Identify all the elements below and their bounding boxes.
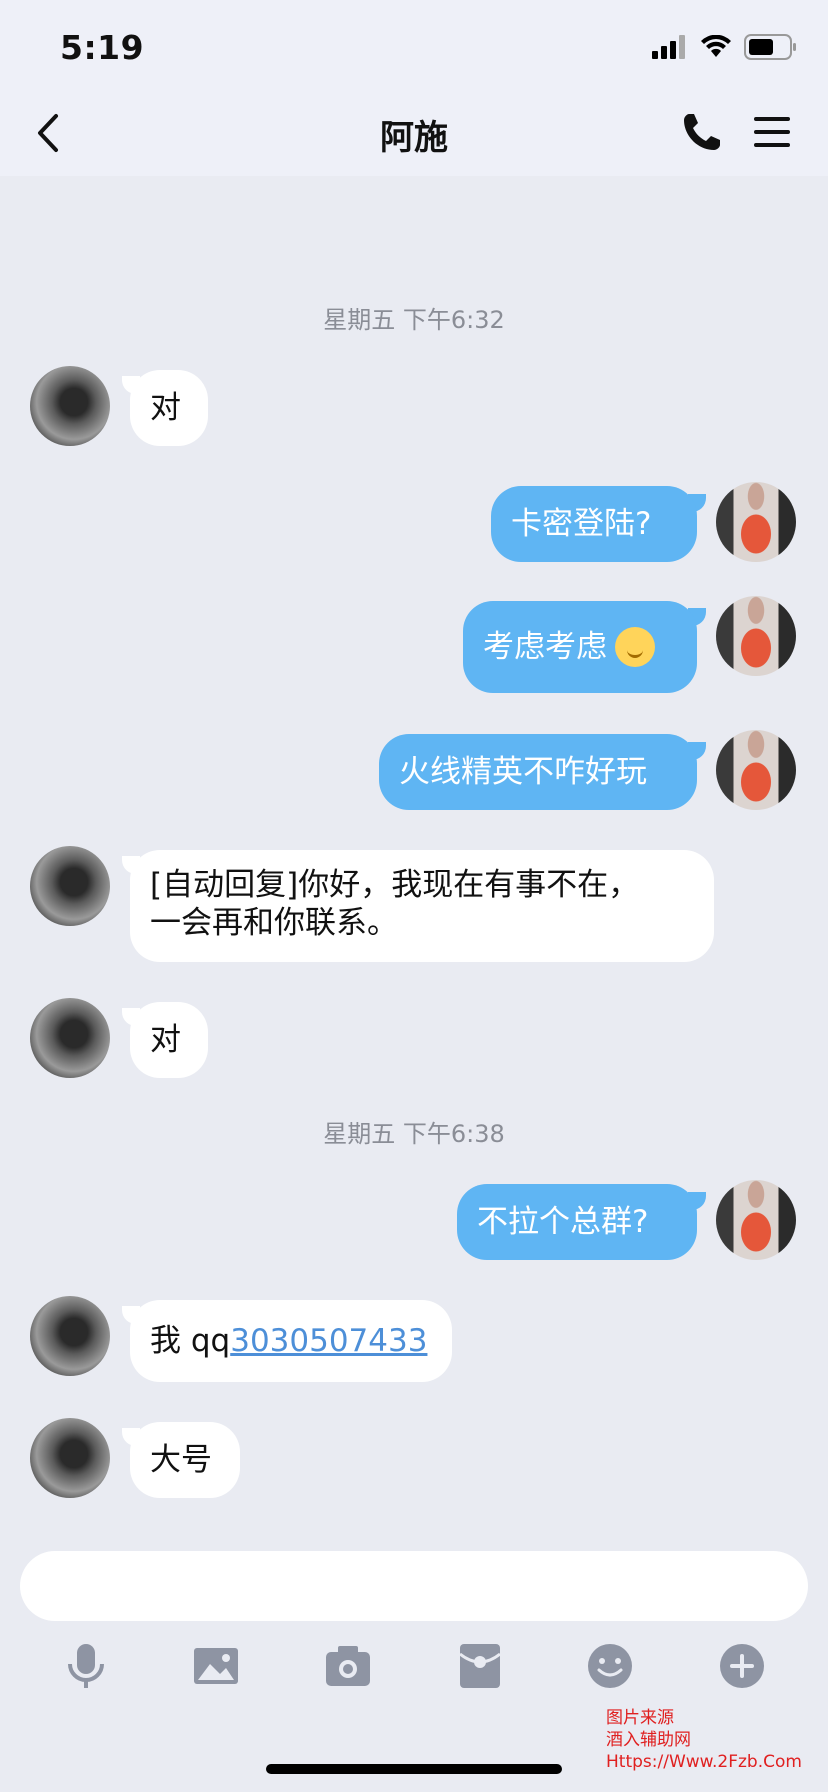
message-bubble-incoming[interactable]: [自动回复]你好，我现在有事不在， 一会再和你联系。 [130, 850, 714, 962]
message-text: 对 [150, 1022, 181, 1058]
status-bar: 5:19 [0, 0, 828, 90]
watermark: 图片来源 酒入辅助网 Https://Www.2Fzb.Com [606, 1707, 802, 1773]
contact-avatar[interactable] [30, 366, 110, 446]
timestamp: 星期五 下午6:38 [323, 1120, 505, 1148]
menu-icon[interactable] [752, 112, 792, 152]
image-icon[interactable] [190, 1640, 242, 1692]
home-indicator[interactable] [266, 1764, 562, 1774]
my-avatar[interactable] [716, 1180, 796, 1260]
plus-icon[interactable] [716, 1640, 768, 1692]
wifi-icon [701, 35, 731, 57]
message-bubble-incoming[interactable]: 对 [130, 1002, 208, 1078]
my-avatar[interactable] [716, 730, 796, 810]
message-text: 大号 [150, 1442, 212, 1478]
message-line: 一会再和你联系。 [150, 905, 398, 941]
message-text: 考虑考虑 [483, 629, 607, 665]
signal-icon [652, 35, 685, 59]
message-list[interactable]: 星期五 下午6:32 对 卡密登陆? 考虑考虑 火线精英不咋好玩 [自动回复]你… [0, 176, 828, 1528]
message-bubble-outgoing[interactable]: 不拉个总群? [457, 1184, 697, 1260]
my-avatar[interactable] [716, 482, 796, 562]
contact-avatar[interactable] [30, 1296, 110, 1376]
watermark-line: Https://Www.2Fzb.Com [606, 1752, 802, 1772]
message-text: 卡密登陆? [511, 506, 652, 542]
message-input[interactable] [20, 1551, 808, 1621]
timestamp: 星期五 下午6:32 [323, 306, 505, 334]
watermark-line: 酒入辅助网 [606, 1730, 691, 1750]
chat-header: 阿施 [0, 90, 828, 176]
microphone-icon[interactable] [60, 1640, 112, 1692]
message-bubble-outgoing[interactable]: 卡密登陆? [491, 486, 697, 562]
contact-avatar[interactable] [30, 1418, 110, 1498]
emoji-icon[interactable] [584, 1640, 636, 1692]
message-text: 火线精英不咋好玩 [399, 754, 647, 790]
message-bubble-outgoing[interactable]: 火线精英不咋好玩 [379, 734, 697, 810]
contact-avatar[interactable] [30, 998, 110, 1078]
qq-number-link[interactable]: 3030507433 [230, 1322, 427, 1360]
battery-icon [744, 34, 796, 60]
phone-icon[interactable] [680, 110, 724, 154]
red-packet-icon[interactable] [454, 1640, 506, 1692]
status-icons [652, 34, 798, 60]
message-bubble-incoming[interactable]: 对 [130, 370, 208, 446]
camera-icon[interactable] [322, 1640, 374, 1692]
contact-avatar[interactable] [30, 846, 110, 926]
my-avatar[interactable] [716, 596, 796, 676]
input-toolbar [0, 1640, 828, 1700]
message-bubble-outgoing[interactable]: 考虑考虑 [463, 601, 697, 693]
message-text: 对 [150, 390, 181, 426]
message-text: 我 qq [150, 1323, 231, 1359]
auto-reply-text: [自动回复]你好，我现在有事不在， 一会再和你联系。 [150, 866, 639, 942]
watermark-line: 图片来源 [606, 1708, 674, 1728]
message-line: [自动回复]你好，我现在有事不在， [150, 867, 640, 903]
message-bubble-incoming[interactable]: 大号 [130, 1422, 240, 1498]
message-bubble-incoming[interactable]: 我 qq 3030507433 [130, 1300, 452, 1382]
thinking-emoji-icon [615, 627, 655, 667]
message-text: 不拉个总群? [477, 1204, 649, 1240]
status-time: 5:19 [60, 28, 145, 67]
